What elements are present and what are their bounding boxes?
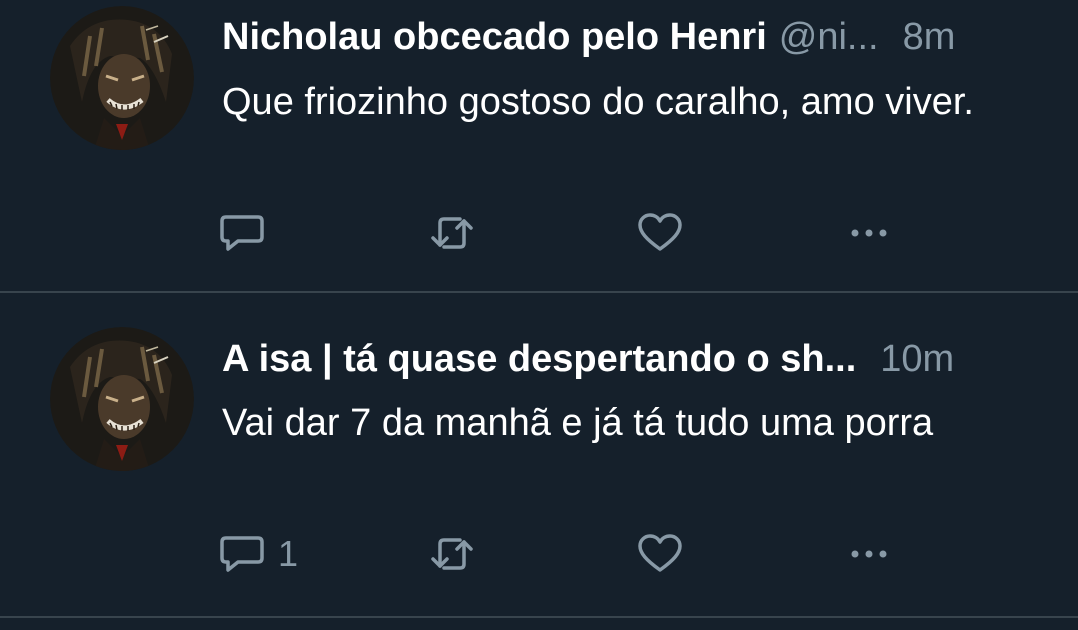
tweet-feed: Nicholau obcecado pelo Henri @ni... 8m Q… [0,0,1078,630]
more-options-button[interactable] [845,205,893,261]
tweet-timestamp[interactable]: 8m [903,14,956,60]
heart-icon [638,213,682,251]
tweet-timestamp[interactable]: 10m [880,336,954,382]
like-button[interactable] [636,205,684,261]
tweet-actions [0,205,1078,261]
tweet-header: Nicholau obcecado pelo Henri @ni... 8m [222,14,1038,60]
retweet-button[interactable] [428,526,476,582]
like-button[interactable] [636,526,684,582]
avatar-portrait-icon [50,6,194,150]
tweet-item[interactable]: A isa | tá quase despertando o sh... 10m… [0,292,1078,618]
retweet-icon [431,538,473,570]
tweet-item[interactable]: Nicholau obcecado pelo Henri @ni... 8m Q… [0,0,1078,292]
heart-icon [638,534,682,572]
more-dots-icon [851,229,887,237]
reply-button[interactable]: 1 [218,526,298,582]
tweet-text: Que friozinho gostoso do caralho, amo vi… [222,81,974,123]
user-handle[interactable]: @ni... [779,14,879,60]
tweet-actions: 1 [0,526,1078,582]
user-avatar[interactable] [50,327,194,471]
tweet-divider [0,616,1078,618]
tweet-header: A isa | tá quase despertando o sh... 10m [222,336,1038,382]
more-options-button[interactable] [845,526,893,582]
display-name[interactable]: Nicholau obcecado pelo Henri [222,14,767,60]
tweet-text: Vai dar 7 da manhã e já tá tudo uma porr… [222,402,934,444]
more-dots-icon [851,550,887,558]
reply-icon [220,536,264,572]
reply-count: 1 [278,533,299,574]
avatar-portrait-icon [50,327,194,471]
reply-button[interactable] [218,205,266,261]
user-avatar[interactable] [50,6,194,150]
display-name[interactable]: A isa | tá quase despertando o sh... [222,336,856,382]
reply-icon [220,215,264,251]
retweet-icon [431,217,473,249]
retweet-button[interactable] [428,205,476,261]
